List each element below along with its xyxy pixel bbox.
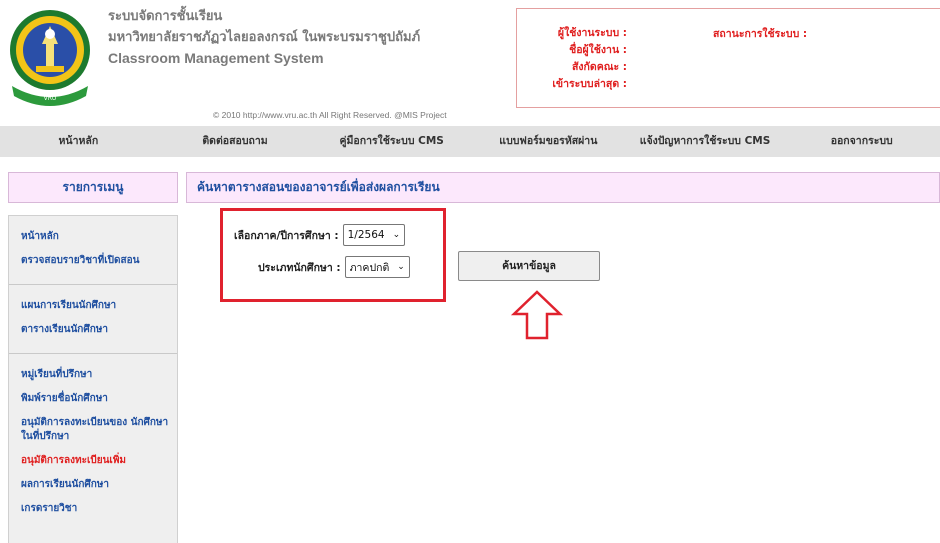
- top-nav: หน้าหลัก ติดต่อสอบถาม คู่มือการใช้ระบบ C…: [0, 126, 940, 157]
- term-select[interactable]: 1/2564 ⌄: [342, 224, 406, 246]
- user-label: ผู้ใช้งานระบบ :: [557, 27, 627, 39]
- user-info-box: ผู้ใช้งานระบบ : ชื่อผู้ใช้งาน : สังกัดคณ…: [516, 8, 940, 108]
- nav-contact[interactable]: ติดต่อสอบถาม: [157, 126, 314, 157]
- sidebar-item-study-plan[interactable]: แผนการเรียนนักศึกษา: [9, 299, 177, 313]
- sidebar-item-home[interactable]: หน้าหลัก: [9, 230, 177, 244]
- sidebar-item-approve-registration[interactable]: อนุมัติการลงทะเบียนของ นักศึกษาในที่ปรึก…: [9, 416, 177, 444]
- sidebar: หน้าหลัก ตรวจสอบรายวิชาที่เปิดสอน แผนการ…: [8, 215, 178, 543]
- system-title-th: ระบบจัดการชั้นเรียน: [108, 9, 223, 24]
- system-title-en: Classroom Management System: [108, 50, 324, 66]
- student-type-select[interactable]: ภาคปกติ ⌄: [344, 256, 410, 278]
- sidebar-item-open-courses[interactable]: ตรวจสอบรายวิชาที่เปิดสอน: [9, 254, 177, 268]
- menu-header: รายการเมนู: [8, 172, 178, 203]
- user-info-labels: ผู้ใช้งานระบบ : ชื่อผู้ใช้งาน : สังกัดคณ…: [552, 25, 627, 93]
- username-label: ชื่อผู้ใช้งาน :: [569, 44, 627, 56]
- svg-text:VRU: VRU: [44, 95, 57, 102]
- nav-password-form[interactable]: แบบฟอร์มขอรหัสผ่าน: [470, 126, 627, 157]
- sidebar-item-approve-add[interactable]: อนุมัติการลงทะเบียนเพิ่ม: [9, 454, 177, 468]
- university-logo: VRU: [6, 4, 94, 114]
- nav-report-problem[interactable]: แจ้งปัญหาการใช้ระบบ CMS: [627, 126, 784, 157]
- faculty-label: สังกัดคณะ :: [572, 61, 627, 73]
- sidebar-group: หน้าหลัก ตรวจสอบรายวิชาที่เปิดสอน: [9, 216, 177, 285]
- term-label: เลือกภาค/ปีการศึกษา :: [234, 229, 339, 242]
- page-title: ค้นหาตารางสอนของอาจารย์เพื่อส่งผลการเรีย…: [186, 172, 940, 203]
- sidebar-item-print-students[interactable]: พิมพ์รายชื่อนักศึกษา: [9, 392, 177, 406]
- student-type-row: ประเภทนักศึกษา : ภาคปกติ ⌄: [258, 256, 410, 278]
- student-type-select-value: ภาคปกติ: [349, 261, 390, 274]
- sidebar-item-course-grades[interactable]: เกรดรายวิชา: [9, 502, 177, 516]
- sidebar-item-student-results[interactable]: ผลการเรียนนักศึกษา: [9, 478, 177, 492]
- up-arrow-icon: [510, 290, 564, 340]
- student-type-label: ประเภทนักศึกษา :: [258, 261, 341, 274]
- search-button[interactable]: ค้นหาข้อมูล: [458, 251, 600, 281]
- nav-home[interactable]: หน้าหลัก: [0, 126, 157, 157]
- term-select-value: 1/2564: [347, 229, 385, 241]
- term-row: เลือกภาค/ปีการศึกษา : 1/2564 ⌄: [234, 224, 406, 246]
- sidebar-item-timetable[interactable]: ตารางเรียนนักศึกษา: [9, 323, 177, 337]
- nav-logout[interactable]: ออกจากระบบ: [783, 126, 940, 157]
- chevron-down-icon: ⌄: [392, 230, 401, 240]
- title-block: ระบบจัดการชั้นเรียน มหาวิทยาลัยราชภัฏวไล…: [108, 6, 420, 69]
- chevron-down-icon: ⌄: [397, 262, 405, 272]
- university-name: มหาวิทยาลัยราชภัฏวไลยอลงกรณ์ ในพระบรมราช…: [108, 30, 421, 45]
- sidebar-group: แผนการเรียนนักศึกษา ตารางเรียนนักศึกษา: [9, 285, 177, 354]
- search-form-highlight: เลือกภาค/ปีการศึกษา : 1/2564 ⌄ ประเภทนัก…: [220, 208, 446, 302]
- sidebar-group: หมู่เรียนที่ปรึกษา พิมพ์รายชื่อนักศึกษา …: [9, 354, 177, 532]
- last-login-label: เข้าระบบล่าสุด :: [552, 78, 627, 90]
- nav-manual[interactable]: คู่มือการใช้ระบบ CMS: [313, 126, 470, 157]
- header: VRU ระบบจัดการชั้นเรียน มหาวิทยาลัยราชภั…: [0, 0, 940, 124]
- usage-status-label: สถานะการใช้ระบบ :: [713, 28, 808, 40]
- copyright: © 2010 http://www.vru.ac.th All Right Re…: [213, 110, 447, 120]
- sidebar-item-advisee-groups[interactable]: หมู่เรียนที่ปรึกษา: [9, 368, 177, 382]
